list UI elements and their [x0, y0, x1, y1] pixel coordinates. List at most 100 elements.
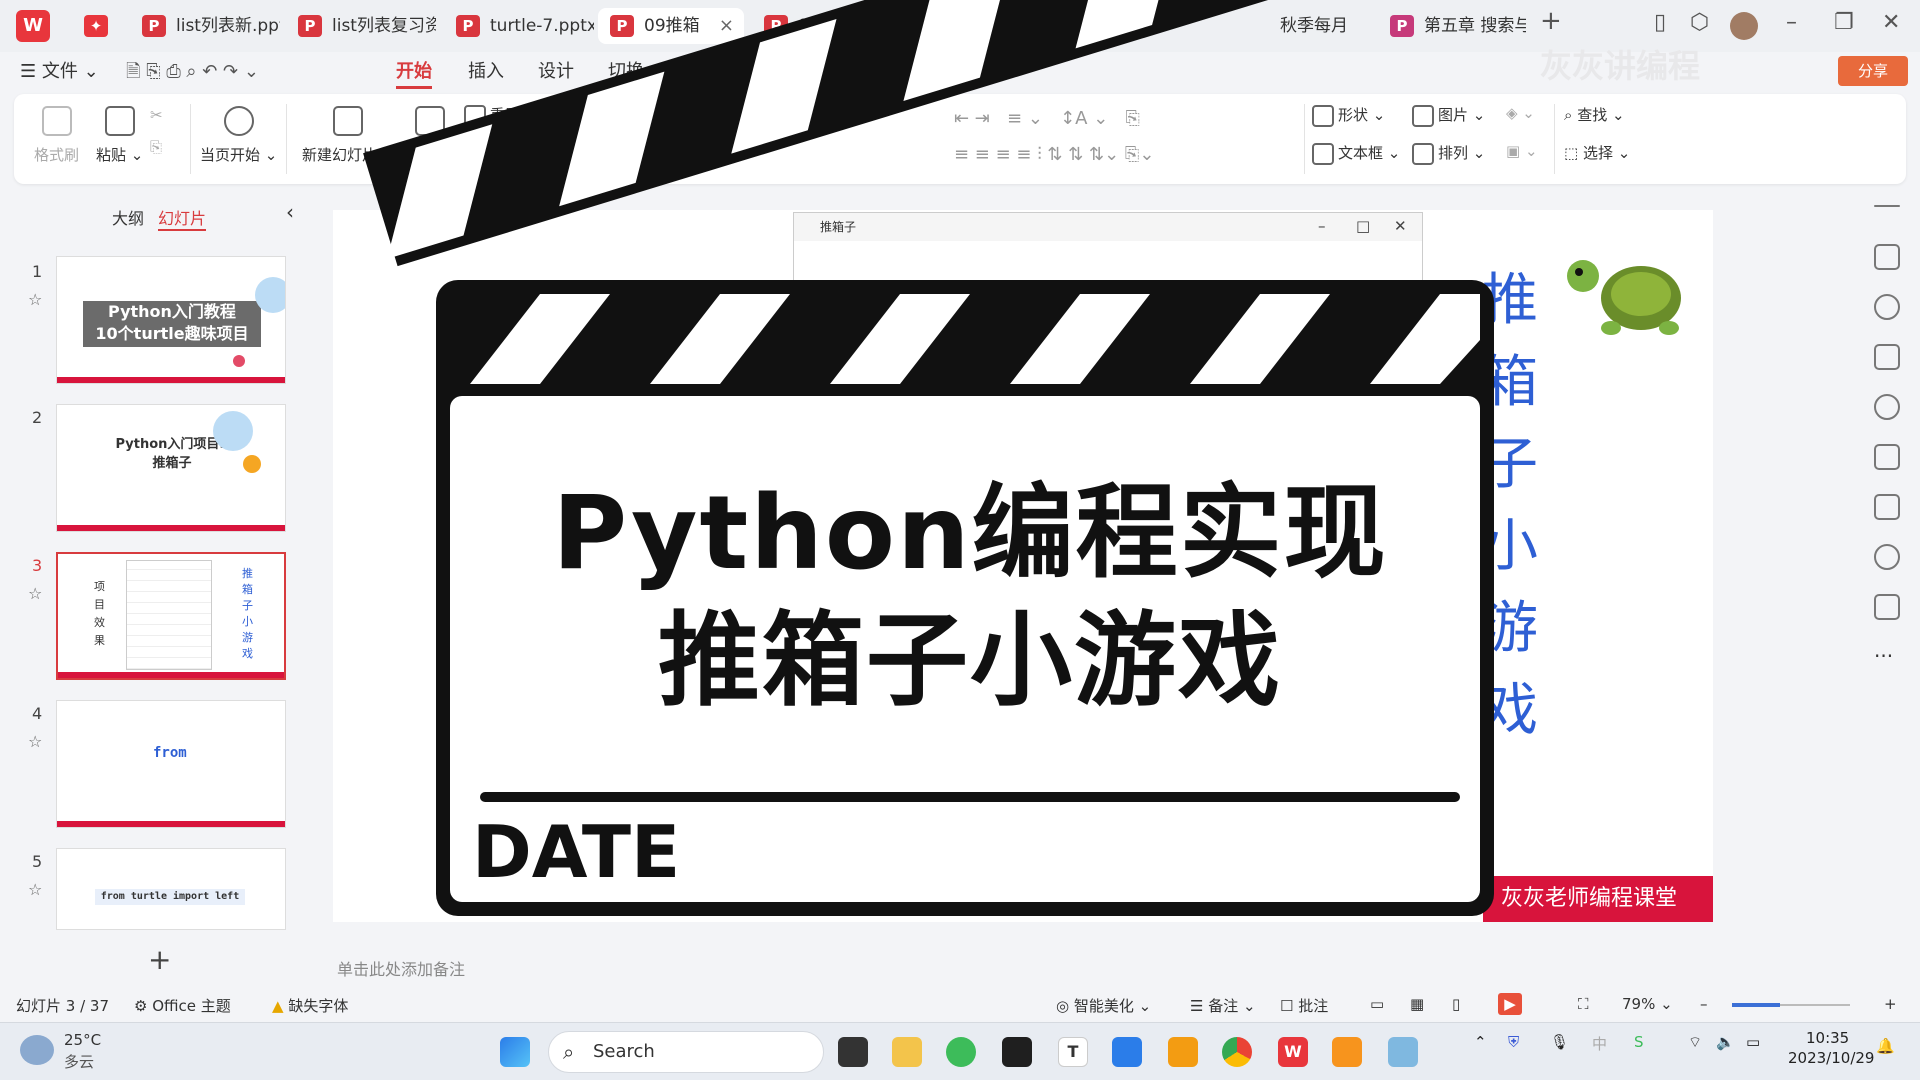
slide-thumbnail-2[interactable]: Python入门项目9 推箱子: [56, 404, 286, 532]
outline-button[interactable]: ▣ ⌄: [1506, 142, 1538, 160]
cut-icon[interactable]: ✂: [150, 106, 163, 124]
share-button[interactable]: 分享: [1838, 56, 1908, 86]
format-painter-button[interactable]: 格式刷: [34, 106, 79, 165]
menu-animation[interactable]: 动画: [680, 58, 716, 86]
copy-icon[interactable]: ⎘: [150, 138, 162, 156]
terminal-icon[interactable]: [1002, 1037, 1032, 1067]
window-close-icon[interactable]: ✕: [1882, 10, 1900, 35]
book-icon[interactable]: [1874, 494, 1900, 520]
shape-button[interactable]: 形状 ⌄: [1312, 104, 1385, 127]
menu-home[interactable]: 开始: [396, 58, 432, 89]
volume-icon[interactable]: 🔈: [1716, 1033, 1735, 1051]
notification-icon[interactable]: 🔔: [1876, 1037, 1895, 1055]
taskbar-search[interactable]: ⌕ Search: [548, 1031, 824, 1073]
normal-view-icon[interactable]: ▭: [1370, 995, 1384, 1013]
notes-placeholder[interactable]: 单击此处添加备注: [337, 956, 465, 980]
slide-canvas[interactable]: 推 箱 子 小 游 戏 灰灰老师编程课堂: [333, 210, 1713, 922]
game-maximize-icon[interactable]: □: [1356, 217, 1370, 235]
task-view-icon[interactable]: [838, 1037, 868, 1067]
clock-time[interactable]: 10:35: [1806, 1029, 1849, 1047]
paragraph-tools[interactable]: ⇤ ⇥ ≡ ⌄ ↕A ⌄ ⎘: [954, 108, 1140, 129]
help-icon[interactable]: [1874, 544, 1900, 570]
copy-layers-icon[interactable]: [1874, 344, 1900, 370]
wifi-icon[interactable]: ⌔: [1688, 1033, 1702, 1052]
app-orange-icon[interactable]: [1332, 1037, 1362, 1067]
clock-date[interactable]: 2023/10/29: [1788, 1049, 1874, 1067]
star-icon[interactable]: ☆: [28, 584, 42, 603]
menu-transition[interactable]: 切换: [608, 58, 644, 86]
star-icon[interactable]: ☆: [28, 732, 42, 751]
menu-design[interactable]: 设计: [538, 58, 574, 86]
windows-start-icon[interactable]: [500, 1037, 530, 1067]
game-close-icon[interactable]: ✕: [1394, 217, 1407, 235]
textbox-button[interactable]: 文本框 ⌄: [1312, 142, 1400, 165]
new-slide-button[interactable]: 新建幻灯片 ⌄: [302, 106, 394, 165]
vscode-icon[interactable]: [1112, 1037, 1142, 1067]
missing-font[interactable]: ▲ 缺失字体: [272, 995, 348, 1016]
quick-access-tools[interactable]: 🗎 ⎘ ⎙ ⌕ ↶ ↷ ⌄: [126, 58, 259, 86]
grid-view-icon[interactable]: ▦: [1410, 995, 1424, 1013]
play-slideshow-icon[interactable]: ▶: [1498, 993, 1522, 1015]
tab-autumn[interactable]: 秋季每月: [1260, 8, 1372, 44]
slide-thumbnail-1[interactable]: Python入门教程 10个turtle趣味项目: [56, 256, 286, 384]
menu-slideshow[interactable]: 放映: [750, 58, 786, 86]
new-tab-button[interactable]: +: [1540, 6, 1562, 36]
cube-icon[interactable]: ⬡: [1690, 10, 1709, 35]
security-icon[interactable]: ⛨: [1508, 1033, 1519, 1051]
reading-view-icon[interactable]: ▯: [1452, 995, 1460, 1013]
file-explorer-icon[interactable]: [892, 1037, 922, 1067]
restore-icon[interactable]: ❐: [1834, 10, 1854, 35]
menu-file[interactable]: ☰ 文件 ⌄: [20, 58, 99, 86]
wps-taskbar-icon[interactable]: W: [1278, 1037, 1308, 1067]
tab-list-review[interactable]: Plist列表复习资: [286, 8, 436, 44]
tab-03-countdown[interactable]: P 03倒计时.pptx: [752, 8, 902, 44]
settings-sliders-icon[interactable]: [1874, 244, 1900, 270]
play-from-current-button[interactable]: 当页开始 ⌄: [200, 106, 277, 165]
minimize-icon[interactable]: –: [1786, 10, 1797, 35]
add-slide-button[interactable]: +: [148, 943, 171, 976]
slide-thumbnail-3[interactable]: 项目效果 推箱子小游戏: [56, 552, 286, 680]
find-button[interactable]: ⌕ 查找 ⌄: [1564, 104, 1625, 125]
battery-icon[interactable]: ▭: [1746, 1033, 1760, 1051]
game-minimize-icon[interactable]: –: [1318, 217, 1326, 235]
comments-toggle[interactable]: ☐ 批注: [1280, 995, 1328, 1016]
zoom-out-button[interactable]: –: [1700, 995, 1708, 1013]
more-icon[interactable]: ···: [1874, 646, 1900, 672]
alignment-tools[interactable]: ≡ ≡ ≡ ≡ ⫶ ⇅ ⇅ ⇅⌄ ⎘⌄: [954, 144, 1154, 165]
close-icon[interactable]: ×: [719, 8, 734, 44]
tab-list-new[interactable]: Plist列表新.pptx: [130, 8, 280, 44]
layout-icon[interactable]: ▯: [1654, 10, 1666, 35]
tray-overflow-icon[interactable]: ⌃: [1474, 1033, 1487, 1051]
theme-name[interactable]: ⚙ Office 主题: [134, 995, 231, 1016]
layout-button[interactable]: 版式 ⌄: [406, 106, 453, 165]
avatar[interactable]: [1730, 12, 1758, 40]
paste-button[interactable]: 粘贴 ⌄: [96, 106, 143, 165]
tab-home[interactable]: ✦: [64, 8, 128, 44]
notes-toggle[interactable]: ☰ 备注 ⌄: [1190, 995, 1256, 1016]
star-icon[interactable]: ☆: [28, 880, 42, 899]
tab-slides[interactable]: 幻灯片: [158, 205, 207, 231]
tab-chapter5[interactable]: P 第五章 搜索与: [1378, 8, 1526, 44]
select-button[interactable]: ⬚ 选择 ⌄: [1564, 142, 1630, 163]
wps-logo-icon[interactable]: W: [16, 10, 50, 42]
tab-turtle7[interactable]: Pturtle-7.pptx: [444, 8, 594, 44]
sublime-icon[interactable]: [1168, 1037, 1198, 1067]
zoom-level[interactable]: 79% ⌄: [1622, 995, 1673, 1013]
fit-window-icon[interactable]: ⛶: [1578, 995, 1589, 1013]
pushbox-game-window[interactable]: 推箱子 – □ ✕: [793, 212, 1423, 282]
zoom-slider[interactable]: [1732, 1003, 1850, 1007]
typora-icon[interactable]: T: [1058, 1037, 1088, 1067]
tab-09-pushbox[interactable]: P 09推箱 ×: [598, 8, 744, 44]
input-method-icon[interactable]: 中: [1592, 1033, 1607, 1054]
chrome-icon[interactable]: [1222, 1037, 1252, 1067]
snipping-icon[interactable]: [1388, 1037, 1418, 1067]
picture-button[interactable]: 图片 ⌄: [1412, 104, 1485, 127]
menu-insert[interactable]: 插入: [468, 58, 504, 86]
arrange-button[interactable]: 排列 ⌄: [1412, 142, 1485, 165]
fill-button[interactable]: ◈ ⌄: [1506, 104, 1535, 122]
app-tray-icon[interactable]: S: [1634, 1033, 1644, 1051]
star-icon[interactable]: ☆: [28, 290, 42, 309]
section-button[interactable]: 节 ⌄: [464, 142, 522, 165]
microphone-icon[interactable]: 🎙: [1550, 1033, 1569, 1051]
star-outline-icon[interactable]: [1874, 294, 1900, 320]
